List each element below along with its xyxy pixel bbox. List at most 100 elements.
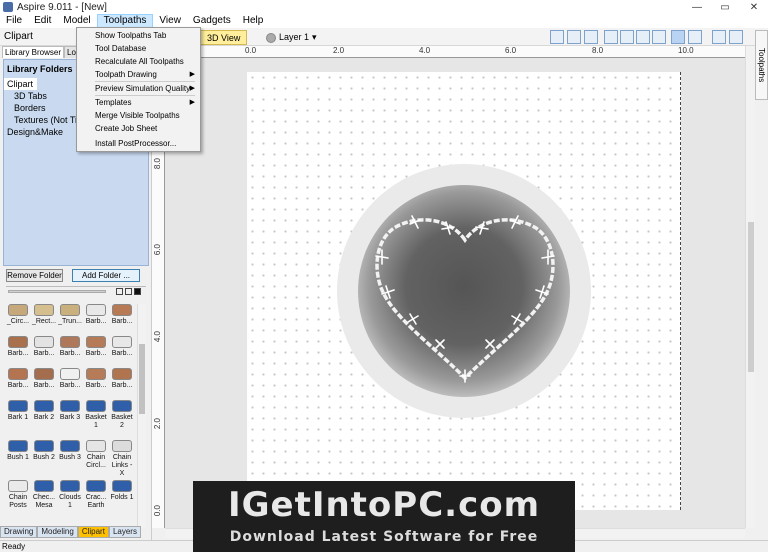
clipart-label: Barb... (111, 318, 133, 325)
select-icon[interactable] (671, 30, 685, 44)
clipart-item[interactable]: _Rect... (31, 304, 57, 326)
align-icon[interactable] (712, 30, 726, 44)
clipart-label: Bark 3 (59, 414, 81, 421)
remove-folder-button[interactable]: Remove Folder (6, 269, 63, 282)
menu-help[interactable]: Help (237, 14, 270, 28)
watermark-title: IGetIntoPC.com (227, 485, 541, 525)
clipart-thumbnail (86, 304, 106, 316)
clipart-item[interactable]: Clouds 1 (57, 480, 83, 510)
menu-item-label: Templates (95, 98, 132, 107)
clipart-item[interactable]: Barb... (109, 368, 135, 390)
clipart-item[interactable]: Bush 2 (31, 440, 57, 462)
tab-modeling[interactable]: Modeling (37, 526, 78, 538)
menu-item-preview-simulation-quality[interactable]: Preview Simulation Quality ▶ (77, 82, 200, 95)
clipart-thumbnail (8, 400, 28, 412)
clipart-item[interactable]: Barb... (57, 336, 83, 358)
layer-icon (266, 32, 276, 43)
ruler-h-label: 10.0 (678, 46, 694, 55)
tab-drawing[interactable]: Drawing (0, 526, 38, 538)
menu-item-install-postprocessor[interactable]: Install PostProcessor... (77, 137, 200, 150)
clipart-item[interactable]: Barb... (57, 368, 83, 390)
menu-edit[interactable]: Edit (28, 14, 57, 28)
clipart-item[interactable]: Chain Posts (5, 480, 31, 510)
clipart-label: Bush 1 (7, 454, 29, 461)
menu-item-create-job-sheet[interactable]: Create Job Sheet (77, 122, 200, 135)
tab-library-browser[interactable]: Library Browser (2, 46, 65, 58)
toolpaths-side-tab[interactable]: Toolpaths (755, 30, 768, 100)
clipart-item[interactable]: Basket 2 (109, 400, 135, 430)
menu-gadgets[interactable]: Gadgets (187, 14, 237, 28)
menu-item-tool-database[interactable]: Tool Database (77, 42, 200, 55)
clipart-label: Barb... (111, 382, 133, 389)
menu-item-toolpath-drawing[interactable]: Toolpath Drawing ▶ (77, 68, 200, 81)
folder-item[interactable]: Clipart (4, 78, 38, 90)
minimize-button[interactable]: — (683, 0, 711, 14)
clipart-item[interactable]: Barb... (83, 304, 109, 326)
clipart-item[interactable]: Barb... (5, 336, 31, 358)
clipart-item[interactable]: _Trun... (57, 304, 83, 326)
clipart-label: Bark 2 (33, 414, 55, 421)
menu-item-label: Recalculate All Toolpaths (95, 57, 184, 66)
clipart-thumbnail (34, 304, 54, 316)
menu-separator (95, 81, 195, 82)
menu-file[interactable]: File (0, 14, 28, 28)
clipart-item[interactable]: Bark 1 (5, 400, 31, 422)
layer-selector[interactable]: Layer 1 ▾ (266, 30, 317, 45)
barbed-wire-heart[interactable] (372, 210, 558, 386)
menu-view[interactable]: View (153, 14, 187, 28)
tab-clipart[interactable]: Clipart (77, 526, 109, 538)
clipart-item[interactable]: Crac... Earth (83, 480, 109, 510)
clipart-item[interactable]: Bark 3 (57, 400, 83, 422)
clipart-item[interactable]: _Circ... (5, 304, 31, 326)
menu-item-merge-visible-toolpaths[interactable]: Merge Visible Toolpaths (77, 109, 200, 122)
tab-3d-view[interactable]: 3D View (200, 30, 248, 45)
list-view-icon[interactable] (125, 288, 132, 295)
tab-layers[interactable]: Layers (108, 526, 141, 538)
clipart-item[interactable]: Bark 2 (31, 400, 57, 422)
clipart-item[interactable]: Barb... (83, 336, 109, 358)
clipart-item[interactable]: Chain Links - X (109, 440, 135, 478)
menu-item-templates[interactable]: Templates ▶ (77, 96, 200, 109)
view-3d-icon[interactable] (584, 30, 598, 44)
zoom-fit-icon[interactable] (652, 30, 666, 44)
close-button[interactable]: ✕ (740, 0, 768, 14)
clipart-item[interactable]: Barb... (83, 368, 109, 390)
zoom-out-icon[interactable] (636, 30, 650, 44)
measure-icon[interactable] (729, 30, 743, 44)
clipart-label: Basket 1 (85, 414, 107, 429)
thumbnail-size-slider[interactable] (8, 290, 106, 293)
clipart-item[interactable]: Barb... (109, 304, 135, 326)
clipart-thumbnail (34, 480, 54, 492)
pan-icon[interactable] (604, 30, 618, 44)
menu-model[interactable]: Model (57, 14, 96, 28)
clipart-item[interactable]: Barb... (31, 336, 57, 358)
clipart-grid: _Circ... _Rect... _Trun... Barb... Barb... Ba… (2, 304, 136, 528)
clipart-label: Folds 1 (110, 494, 134, 501)
divider (6, 286, 146, 287)
menu-item-show-toolpaths-tab[interactable]: Show Toolpaths Tab (77, 29, 200, 42)
clipart-item[interactable]: Chain Circl... (83, 440, 109, 470)
clipart-item[interactable]: Barb... (5, 368, 31, 390)
clipart-item[interactable]: Bush 3 (57, 440, 83, 462)
clipart-item[interactable]: Barb... (109, 336, 135, 358)
zoom-in-icon[interactable] (620, 30, 634, 44)
menu-toolpaths[interactable]: Toolpaths (96, 14, 154, 28)
horizontal-ruler: 0.0 2.0 4.0 6.0 8.0 10.0 (165, 46, 753, 58)
large-view-icon[interactable] (134, 288, 141, 295)
menu-item-label: Show Toolpaths Tab (95, 31, 167, 40)
clipart-thumbnail (112, 304, 132, 316)
grid-view-icon[interactable] (116, 288, 123, 295)
maximize-button[interactable]: ▭ (711, 0, 739, 14)
menu-item-recalculate-all-toolpaths[interactable]: Recalculate All Toolpaths (77, 55, 200, 68)
clipart-scrollbar[interactable] (137, 304, 146, 528)
clipart-item[interactable]: Barb... (31, 368, 57, 390)
node-edit-icon[interactable] (688, 30, 702, 44)
view-2d-icon[interactable] (550, 30, 564, 44)
add-folder-button[interactable]: Add Folder ... (72, 269, 140, 282)
clipart-item[interactable]: Folds 1 (109, 480, 135, 502)
clipart-item[interactable]: Basket 1 (83, 400, 109, 430)
workspace-scrollbar-v[interactable] (745, 46, 755, 528)
view-grid-icon[interactable] (567, 30, 581, 44)
clipart-item[interactable]: Chec... Mesa (31, 480, 57, 510)
clipart-item[interactable]: Bush 1 (5, 440, 31, 462)
